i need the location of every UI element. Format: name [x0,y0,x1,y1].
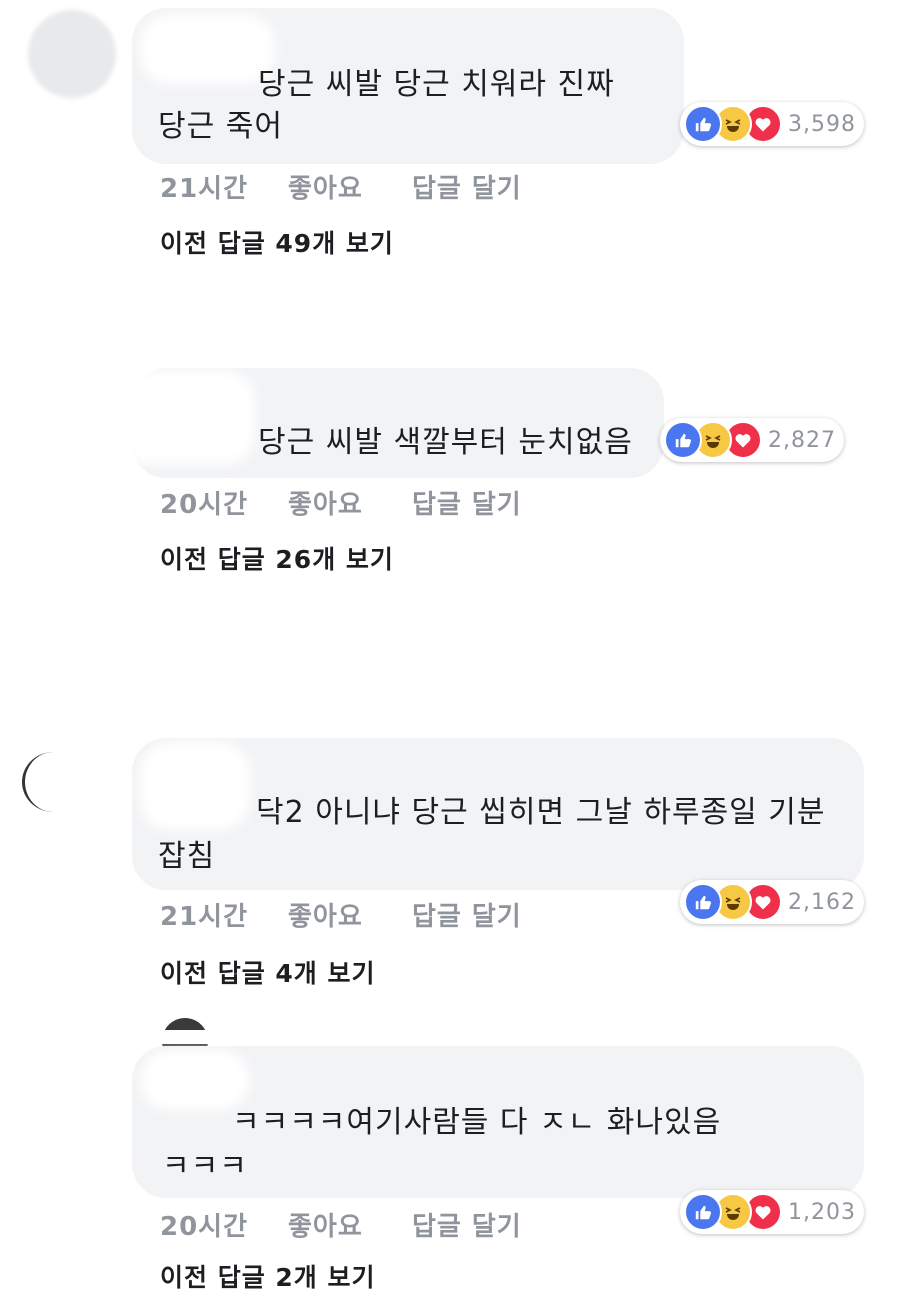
avatar[interactable] [28,10,116,98]
thumbs-up-icon [664,421,702,459]
reply-link[interactable]: 답글 달기 [412,1206,522,1243]
reaction-summary[interactable]: 2,827 [660,418,844,462]
comment-text: 닥2 아니냐 당근 씹히면 그날 하루종일 기분 [256,795,826,830]
like-link[interactable]: 좋아요 [288,484,363,521]
thumbs-up-icon [684,1193,722,1231]
like-link[interactable]: 좋아요 [288,896,363,933]
timestamp[interactable]: 20시간 [160,1206,248,1243]
redacted-name [140,14,275,84]
reaction-count: 2,162 [788,889,856,915]
comment-text: ㅋㅋㅋㅋ여기사람들 다 ㅈㄴ 화나있음 [232,1105,722,1140]
timestamp[interactable]: 21시간 [160,168,248,205]
reply-link[interactable]: 답글 달기 [412,168,522,205]
reply-link[interactable]: 답글 달기 [412,896,522,933]
view-previous-replies[interactable]: 이전 답글 49개 보기 [160,224,394,260]
view-previous-replies[interactable]: 이전 답글 2개 보기 [160,1258,376,1294]
thumbs-up-icon [684,105,722,143]
reaction-count: 1,203 [788,1199,856,1225]
reaction-count: 2,827 [768,427,836,453]
like-link[interactable]: 좋아요 [288,1206,363,1243]
comment-text: 당근 씨발 당근 치워라 진짜 [258,67,615,102]
like-link[interactable]: 좋아요 [288,168,363,205]
section-cut [0,1030,900,1044]
timestamp[interactable]: 20시간 [160,484,248,521]
comment-text-line2: 잡침 [158,839,216,874]
reaction-summary[interactable]: 2,162 [680,880,864,924]
avatar[interactable] [22,752,85,812]
view-previous-replies[interactable]: 이전 답글 26개 보기 [160,540,394,576]
redacted-name [140,742,250,830]
reply-link[interactable]: 답글 달기 [412,484,522,521]
comment-text-line2: ㅋㅋㅋ [162,1149,248,1184]
reaction-count: 3,598 [788,111,856,137]
view-previous-replies[interactable]: 이전 답글 4개 보기 [160,954,376,990]
thumbs-up-icon [684,883,722,921]
reaction-summary[interactable]: 1,203 [680,1190,864,1234]
avatar[interactable] [30,1060,90,1120]
timestamp[interactable]: 21시간 [160,896,248,933]
comment-text: 당근 씨발 색깔부터 눈치없음 [258,425,633,460]
comment-text-line2: 당근 죽어 [158,109,283,144]
reaction-summary[interactable]: 3,598 [680,102,864,146]
redacted-name [120,370,255,465]
